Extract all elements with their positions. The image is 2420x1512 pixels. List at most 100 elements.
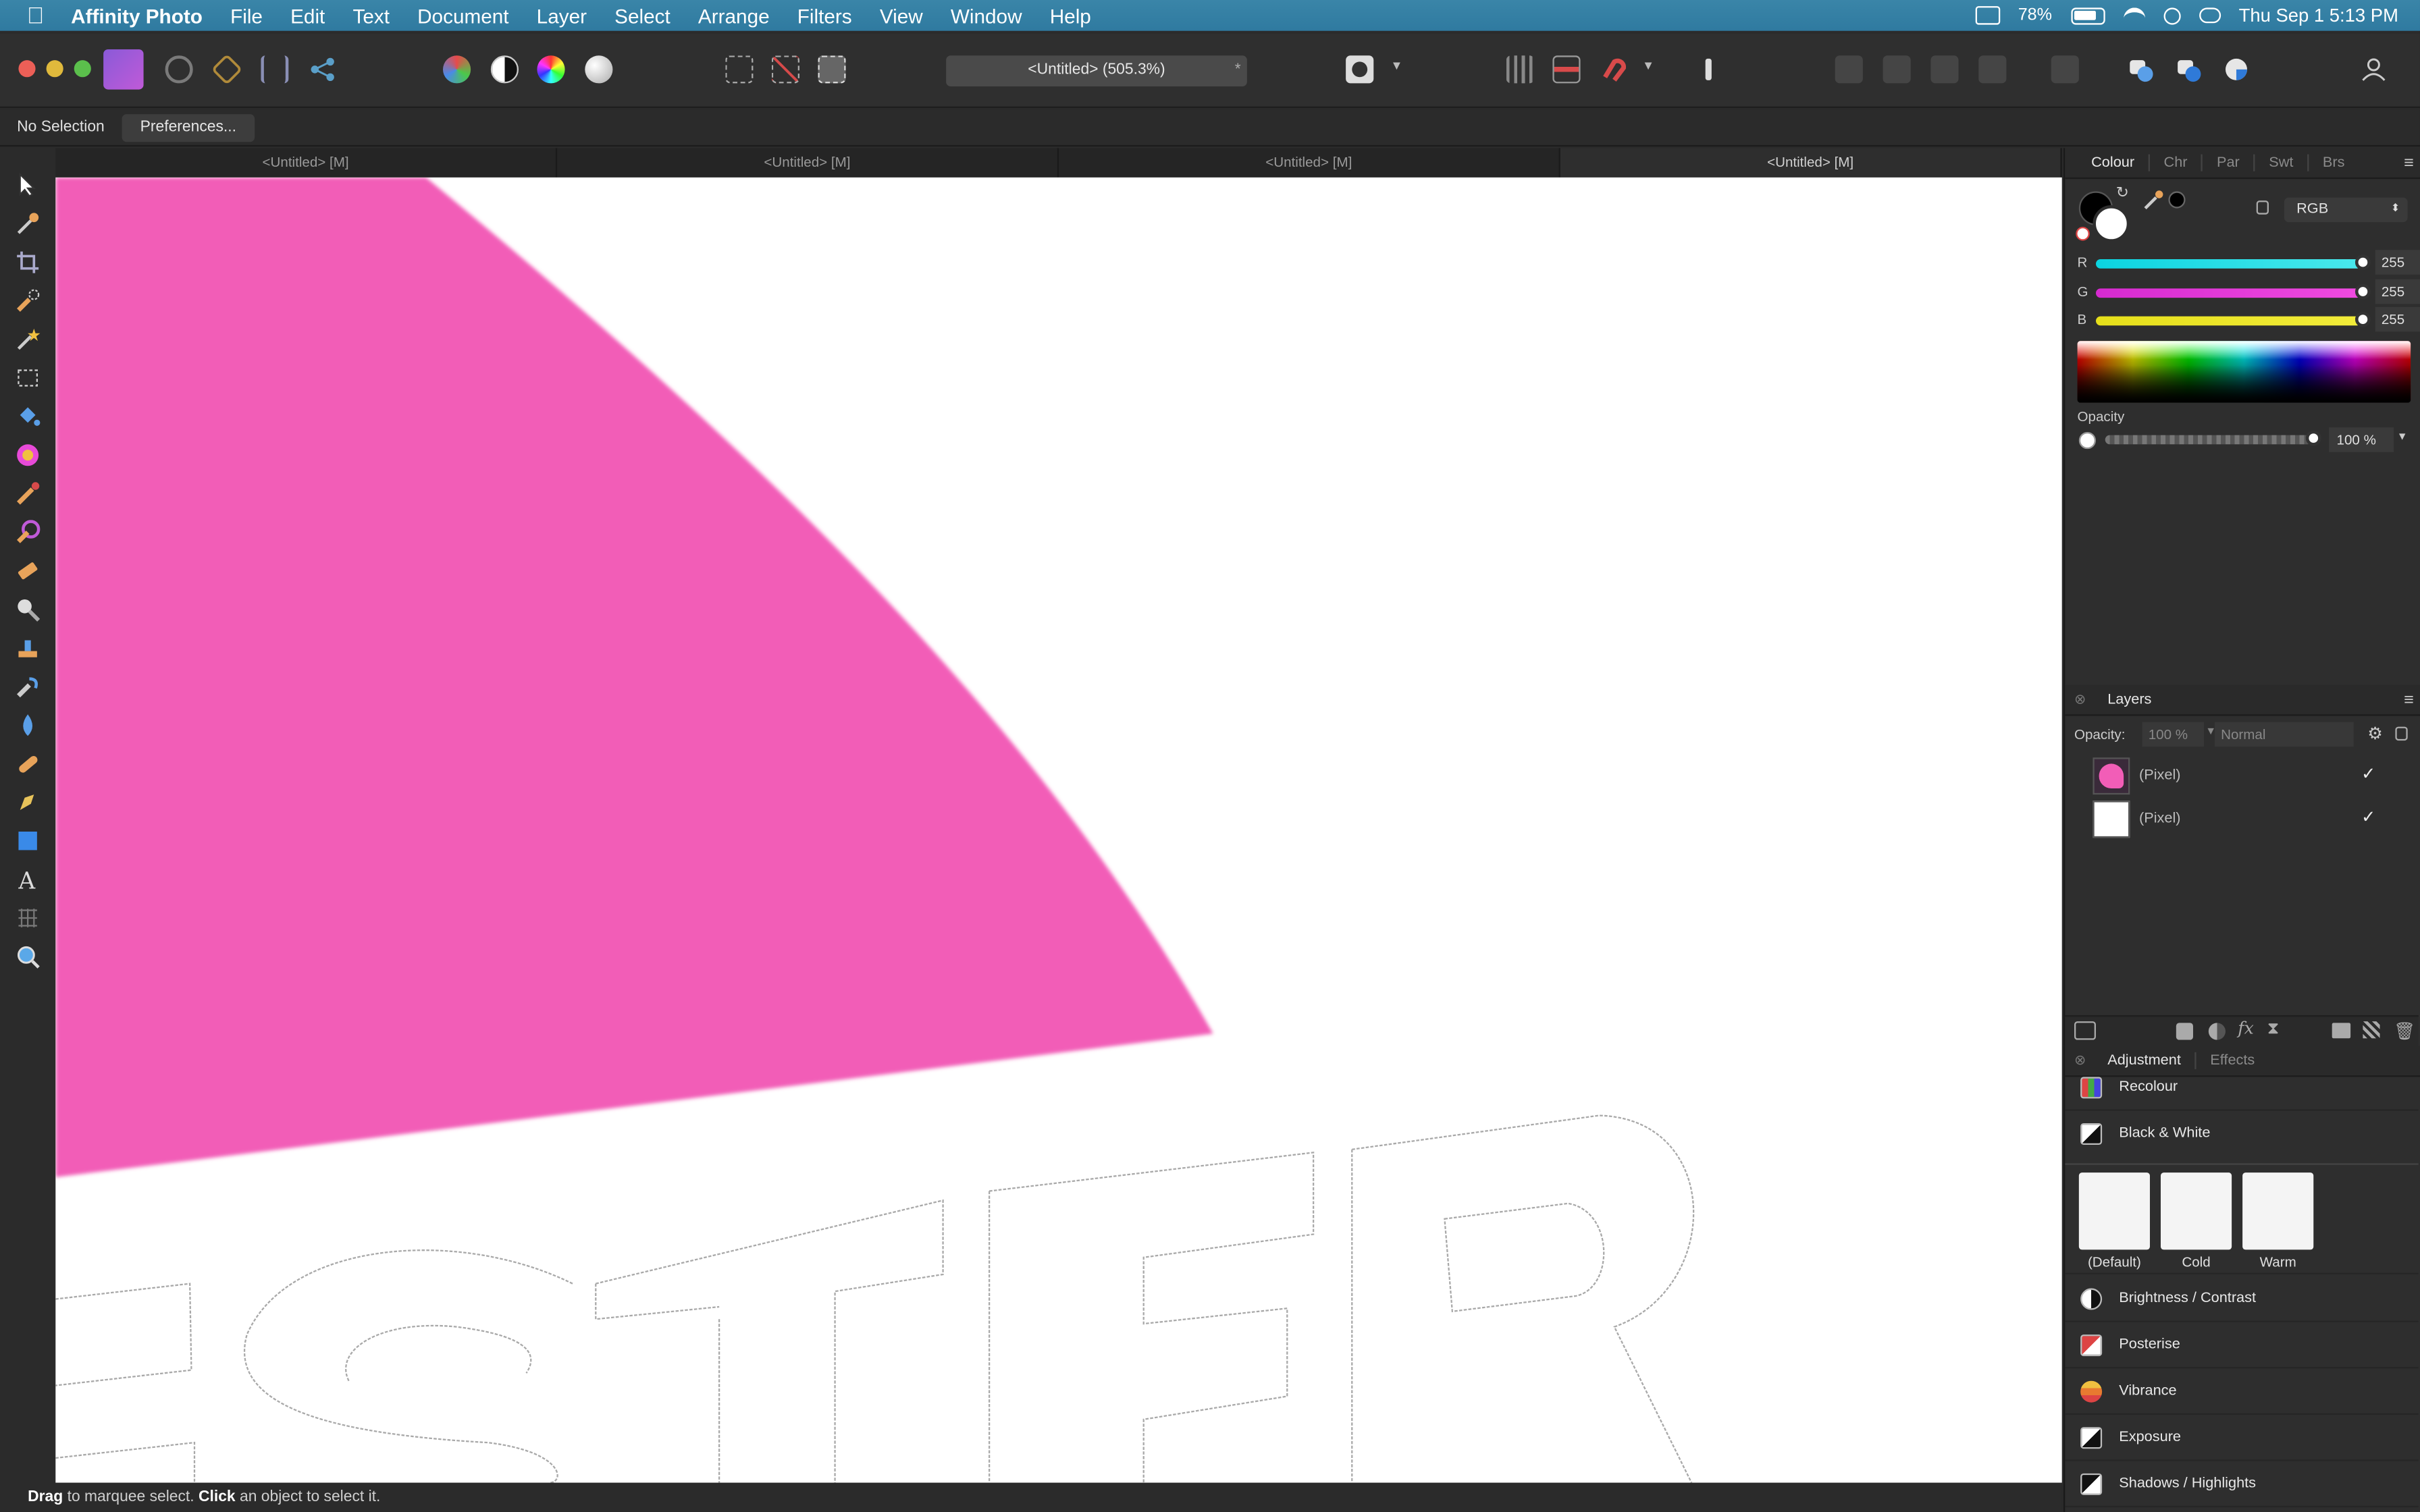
quick-mask-icon[interactable] <box>1346 55 1374 84</box>
menu-arrange[interactable]: Arrange <box>684 4 783 27</box>
adjustment-black-white[interactable]: Black & White <box>2065 1111 2418 1158</box>
move-tool-icon[interactable] <box>16 172 41 198</box>
marquee-icon[interactable] <box>16 366 41 391</box>
tab-layers[interactable]: Layers <box>2086 691 2165 708</box>
slider-blue[interactable]: B 255 <box>2078 306 2420 332</box>
tone-mapping-persona-icon[interactable] <box>261 55 289 84</box>
slider-green[interactable]: G 255 <box>2078 279 2420 304</box>
document-tab[interactable]: <Untitled> [M] <box>1059 148 1560 178</box>
adjustment-recolour[interactable]: Recolour <box>2065 1064 2419 1111</box>
layer-opacity-field[interactable]: 100 % <box>2142 722 2204 747</box>
slider-value-field[interactable]: 255 <box>2375 279 2420 304</box>
preset-default[interactable] <box>2078 1172 2150 1250</box>
no-colour-icon[interactable] <box>2076 226 2090 241</box>
document-tab-active[interactable]: <Untitled> [M] <box>1560 148 2062 178</box>
menu-edit[interactable]: Edit <box>277 4 339 27</box>
menu-help[interactable]: Help <box>1036 4 1105 27</box>
document-title[interactable]: <Untitled> (505.3%) * <box>946 55 1247 86</box>
panel-menu-icon[interactable]: ≡ <box>2404 153 2414 171</box>
live-filter-icon[interactable]: ⧗ <box>2267 1020 2280 1040</box>
layers-stack-icon[interactable] <box>2074 1021 2096 1040</box>
boolean-subtract-icon[interactable] <box>2175 55 2203 83</box>
preset-cold[interactable] <box>2160 1172 2232 1250</box>
eyedropper-icon[interactable] <box>2142 190 2164 211</box>
order-front-icon[interactable] <box>1978 55 2007 84</box>
opacity-value-field[interactable]: 100 % <box>2329 427 2394 452</box>
assistant-icon[interactable] <box>1695 55 1722 83</box>
export-persona-icon[interactable] <box>309 55 336 83</box>
dodge-icon[interactable] <box>16 597 41 622</box>
slider-knob[interactable] <box>2355 254 2371 270</box>
develop-persona-icon[interactable] <box>211 53 243 86</box>
group-folder-icon[interactable] <box>2332 1023 2351 1039</box>
close-panel-icon[interactable]: ⊗ <box>2065 691 2086 708</box>
menu-layer[interactable]: Layer <box>523 4 600 27</box>
slider-knob[interactable] <box>2355 284 2371 300</box>
flood-select-icon[interactable] <box>16 327 41 352</box>
tab-paragraph[interactable]: Par <box>2203 154 2255 171</box>
panel-menu-icon[interactable]: ≡ <box>2404 691 2414 709</box>
slider-value-field[interactable]: 255 <box>2375 306 2420 332</box>
lock-icon[interactable] <box>2256 200 2269 215</box>
boolean-add-icon[interactable] <box>2127 55 2155 83</box>
flood-fill-icon[interactable] <box>16 404 41 429</box>
snapping-magnet-icon[interactable] <box>1599 55 1627 83</box>
wifi-icon[interactable] <box>2123 7 2145 23</box>
swap-colours-icon[interactable]: ↻ <box>2116 185 2129 202</box>
white-balance-icon[interactable] <box>585 55 613 84</box>
menu-select[interactable]: Select <box>601 4 685 27</box>
colour-spectrum[interactable] <box>2077 341 2411 403</box>
tab-colour[interactable]: Colour <box>2078 154 2150 171</box>
blur-icon[interactable] <box>16 713 41 738</box>
adjustment-layer-icon[interactable] <box>2208 1023 2226 1040</box>
slider-track[interactable] <box>2095 288 2362 298</box>
opacity-dropdown-icon[interactable]: ▼ <box>2397 432 2408 443</box>
curves-icon[interactable] <box>490 55 519 84</box>
add-pixel-layer-icon[interactable] <box>2363 1021 2380 1039</box>
menu-document[interactable]: Document <box>404 4 523 27</box>
paint-brush-icon[interactable] <box>16 481 41 506</box>
menu-file[interactable]: File <box>216 4 276 27</box>
quick-mask-dropdown-icon[interactable]: ▼ <box>1390 59 1402 73</box>
display-icon[interactable] <box>1974 6 2000 25</box>
layer-row[interactable]: (Pixel) ✓ <box>2065 798 2418 841</box>
zoom-window-button[interactable] <box>74 60 91 78</box>
select-all-icon[interactable] <box>725 55 754 84</box>
order-backward-icon[interactable] <box>1883 55 1911 84</box>
slider-track[interactable] <box>2095 316 2362 326</box>
clone-icon[interactable] <box>16 636 41 661</box>
tab-brushes[interactable]: Brs <box>2309 155 2359 171</box>
preferences-button[interactable]: Preferences... <box>122 114 255 142</box>
adjustment-exposure[interactable]: Exposure <box>2065 1415 2419 1461</box>
apple-menu-icon[interactable]:  <box>0 2 71 28</box>
layer-row[interactable]: (Pixel) ✓ <box>2065 755 2418 798</box>
document-tab[interactable]: <Untitled> [M] <box>55 148 558 178</box>
photo-persona-icon[interactable] <box>103 49 144 90</box>
layer-visibility-checkbox[interactable]: ✓ <box>2361 763 2375 784</box>
smudge-icon[interactable] <box>16 674 41 699</box>
tab-swatches[interactable]: Swt <box>2255 154 2309 171</box>
slider-value-field[interactable]: 255 <box>2375 250 2420 275</box>
liquify-persona-icon[interactable] <box>165 55 193 84</box>
slider-knob[interactable] <box>2355 311 2371 327</box>
menu-filters[interactable]: Filters <box>783 4 866 27</box>
battery-icon[interactable] <box>2070 7 2105 24</box>
slider-red[interactable]: R 255 <box>2078 250 2420 275</box>
account-icon[interactable] <box>2360 55 2388 83</box>
levels-icon[interactable] <box>442 55 471 84</box>
spotlight-search-icon[interactable] <box>2163 7 2180 24</box>
guides-icon[interactable] <box>1552 55 1581 84</box>
fx-icon[interactable]: fx <box>2238 1019 2253 1039</box>
adjustment-vibrance[interactable]: Vibrance <box>2065 1368 2419 1415</box>
document-tab[interactable]: <Untitled> [M] <box>557 148 1059 178</box>
zoom-icon[interactable] <box>16 944 41 969</box>
control-centre-icon[interactable] <box>2199 7 2221 24</box>
colour-replacement-icon[interactable] <box>16 520 41 545</box>
document-canvas[interactable] <box>55 177 2062 1483</box>
adjustment-posterise[interactable]: Posterise <box>2065 1322 2419 1369</box>
gradient-icon[interactable] <box>16 443 41 468</box>
healing-icon[interactable] <box>16 751 41 776</box>
deselect-icon[interactable] <box>771 55 799 84</box>
layer-settings-gear-icon[interactable]: ⚙ <box>2367 724 2383 743</box>
menu-clock[interactable]: Thu Sep 1 5:13 PM <box>2239 5 2398 26</box>
